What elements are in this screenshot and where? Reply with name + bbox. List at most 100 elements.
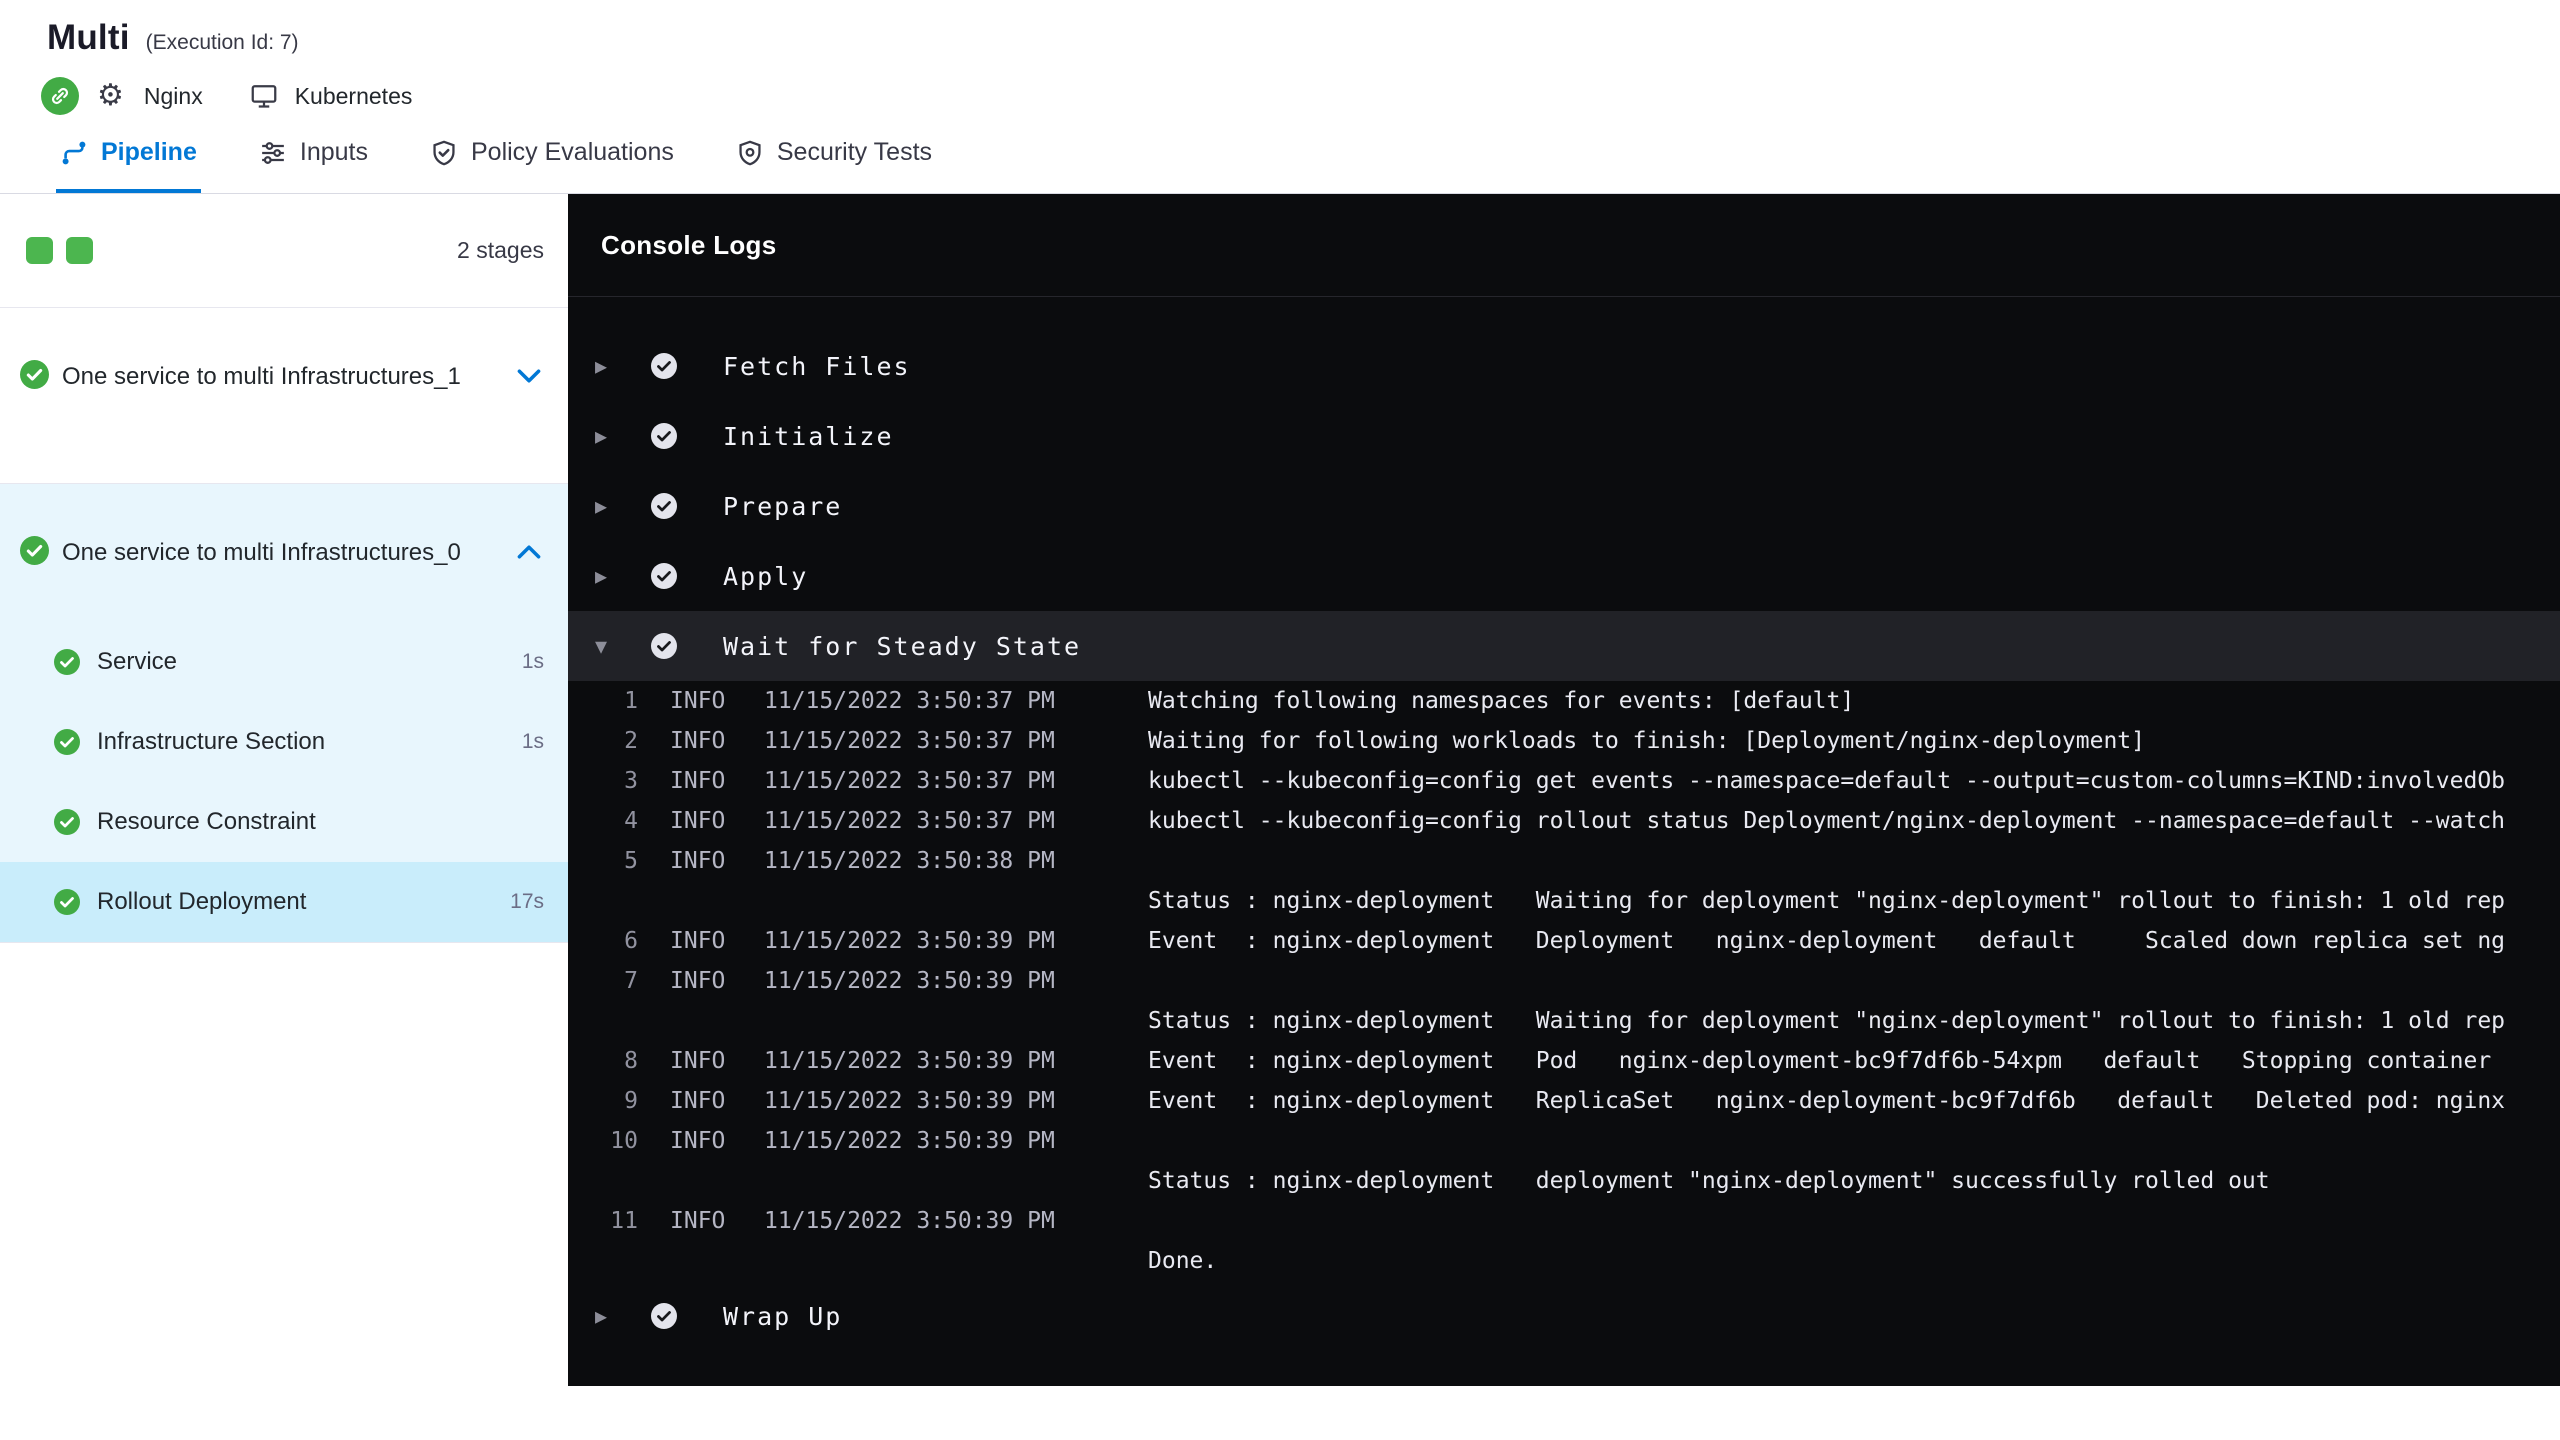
console-step-prepare[interactable]: ▸ Prepare xyxy=(568,471,2560,541)
log-timestamp: 11/15/2022 3:50:39 PM xyxy=(764,1208,1055,1234)
step-success-icon xyxy=(651,493,677,519)
tab-label: Security Tests xyxy=(776,138,933,166)
tab-pipeline[interactable]: Pipeline xyxy=(56,116,201,193)
log-line-number: 7 xyxy=(624,968,638,994)
step-success-icon xyxy=(651,423,677,449)
log-line-number: 1 xyxy=(624,688,638,714)
sidebar-step-resource-constraint[interactable]: Resource Constraint xyxy=(0,782,568,862)
log-level xyxy=(670,1161,732,1201)
log-level: INFO xyxy=(670,768,726,794)
log-level: INFO xyxy=(670,968,726,994)
step-duration: 1s xyxy=(521,730,544,753)
tab-policy-evaluations[interactable]: Policy Evaluations xyxy=(426,116,678,193)
log-timestamp: 11/15/2022 3:50:37 PM xyxy=(764,728,1055,754)
log-line-number: 9 xyxy=(624,1088,638,1114)
log-timestamp: 11/15/2022 3:50:37 PM xyxy=(764,808,1055,834)
log-timestamp: 11/15/2022 3:50:39 PM xyxy=(764,928,1055,954)
success-check-icon xyxy=(54,809,80,835)
log-line-number xyxy=(604,1161,638,1201)
log-level: INFO xyxy=(670,1128,726,1154)
log-line-number: 2 xyxy=(624,728,638,754)
tab-label: Pipeline xyxy=(101,138,197,166)
console-step-name: Prepare xyxy=(723,491,843,521)
console-step-name: Fetch Files xyxy=(723,351,911,381)
success-check-icon xyxy=(54,649,80,675)
log-timestamp: 11/15/2022 3:50:38 PM xyxy=(764,848,1055,874)
log-level: INFO xyxy=(670,1088,726,1114)
stage-card-infrastructures-0[interactable]: One service to multi Infrastructures_0 xyxy=(0,484,568,622)
log-line-number: 3 xyxy=(624,768,638,794)
log-timestamp: 11/15/2022 3:50:37 PM xyxy=(764,688,1055,714)
log-level: INFO xyxy=(670,848,726,874)
log-timestamp xyxy=(764,881,1066,921)
stage-name: One service to multi Infrastructures_1 xyxy=(62,363,461,390)
log-line: 3 INFO 11/15/2022 3:50:37 PM kubectl --k… xyxy=(568,761,2560,801)
log-line-continuation: Status : nginx-deployment Waiting for de… xyxy=(568,881,2560,921)
tab-label: Policy Evaluations xyxy=(470,138,674,166)
chevron-right-icon: ▸ xyxy=(594,562,608,590)
console-step-initialize[interactable]: ▸ Initialize xyxy=(568,401,2560,471)
log-line-number: 10 xyxy=(610,1128,638,1154)
log-level xyxy=(670,1241,732,1281)
chevron-right-icon: ▸ xyxy=(594,422,608,450)
tab-label: Inputs xyxy=(299,138,368,166)
log-message: Done. xyxy=(1148,1248,1218,1274)
log-line: 6 INFO 11/15/2022 3:50:39 PM Event : ngi… xyxy=(568,921,2560,961)
infrastructure-icon xyxy=(249,81,279,111)
log-message: kubectl --kubeconfig=config rollout stat… xyxy=(1148,808,2506,834)
success-check-icon xyxy=(54,889,80,915)
stage-card-infrastructures-1[interactable]: One service to multi Infrastructures_1 xyxy=(0,308,568,484)
console-step-name: Wrap Up xyxy=(723,1301,843,1331)
console-step-fetch-files[interactable]: ▸ Fetch Files xyxy=(568,331,2560,401)
log-line-number: 5 xyxy=(624,848,638,874)
console-step-wait-for-steady-state[interactable]: ▾ Wait for Steady State xyxy=(568,611,2560,681)
success-check-icon xyxy=(54,729,80,755)
sidebar-step-rollout-deployment[interactable]: Rollout Deployment 17s xyxy=(0,862,568,942)
service-name: Nginx xyxy=(143,82,203,109)
stage-count: 2 stages xyxy=(457,237,544,263)
execution-sidebar: 2 stages One service to multi Infrastruc… xyxy=(0,194,568,1386)
gear-icon[interactable]: ⚙ xyxy=(97,81,124,111)
stage-status-square[interactable] xyxy=(66,237,93,264)
log-message: kubectl --kubeconfig=config get events -… xyxy=(1148,768,2506,794)
page-title: Multi xyxy=(47,18,130,57)
console-body: ▸ Fetch Files ▸ Initialize ▸ Prepare ▸ A… xyxy=(568,297,2560,1351)
log-timestamp xyxy=(764,1161,1066,1201)
sidebar-step-service[interactable]: Service 1s xyxy=(0,622,568,702)
log-line-number xyxy=(604,1241,638,1281)
log-line-continuation: Done. xyxy=(568,1241,2560,1281)
tab-inputs[interactable]: Inputs xyxy=(255,116,372,193)
log-level: INFO xyxy=(670,808,726,834)
chevron-down-icon: ▾ xyxy=(594,632,608,660)
chevron-down-icon[interactable] xyxy=(516,368,542,389)
log-line-number: 8 xyxy=(624,1048,638,1074)
stage-name: One service to multi Infrastructures_0 xyxy=(62,539,461,566)
log-line-number: 4 xyxy=(624,808,638,834)
stage-status-square[interactable] xyxy=(26,237,53,264)
chevron-up-icon[interactable] xyxy=(516,544,542,565)
console-step-apply[interactable]: ▸ Apply xyxy=(568,541,2560,611)
step-label: Infrastructure Section xyxy=(97,728,326,755)
log-timestamp: 11/15/2022 3:50:39 PM xyxy=(764,968,1055,994)
stage-summary-bar: 2 stages xyxy=(0,194,568,308)
log-message: Event : nginx-deployment ReplicaSet ngin… xyxy=(1148,1088,2506,1114)
log-line: 10 INFO 11/15/2022 3:50:39 PM xyxy=(568,1121,2560,1161)
log-level xyxy=(670,1001,732,1041)
success-check-icon xyxy=(20,536,49,576)
tab-security-tests[interactable]: Security Tests xyxy=(732,116,936,193)
log-level: INFO xyxy=(670,1048,726,1074)
log-message: Waiting for following workloads to finis… xyxy=(1148,728,2145,754)
log-timestamp: 11/15/2022 3:50:39 PM xyxy=(764,1048,1055,1074)
log-level: INFO xyxy=(670,928,726,954)
console-step-wrap-up[interactable]: ▸ Wrap Up xyxy=(568,1281,2560,1351)
step-label: Resource Constraint xyxy=(97,808,316,835)
step-success-icon xyxy=(651,353,677,379)
log-line-number: 11 xyxy=(610,1208,638,1234)
console-step-name: Initialize xyxy=(723,421,894,451)
stage-expanded-infrastructures-0: One service to multi Infrastructures_0 S… xyxy=(0,484,568,943)
sidebar-step-infrastructure-section[interactable]: Infrastructure Section 1s xyxy=(0,702,568,782)
log-line: 8 INFO 11/15/2022 3:50:39 PM Event : ngi… xyxy=(568,1041,2560,1081)
log-line: 5 INFO 11/15/2022 3:50:38 PM xyxy=(568,841,2560,881)
log-line-number xyxy=(604,1001,638,1041)
log-message: Watching following namespaces for events… xyxy=(1148,688,1855,714)
